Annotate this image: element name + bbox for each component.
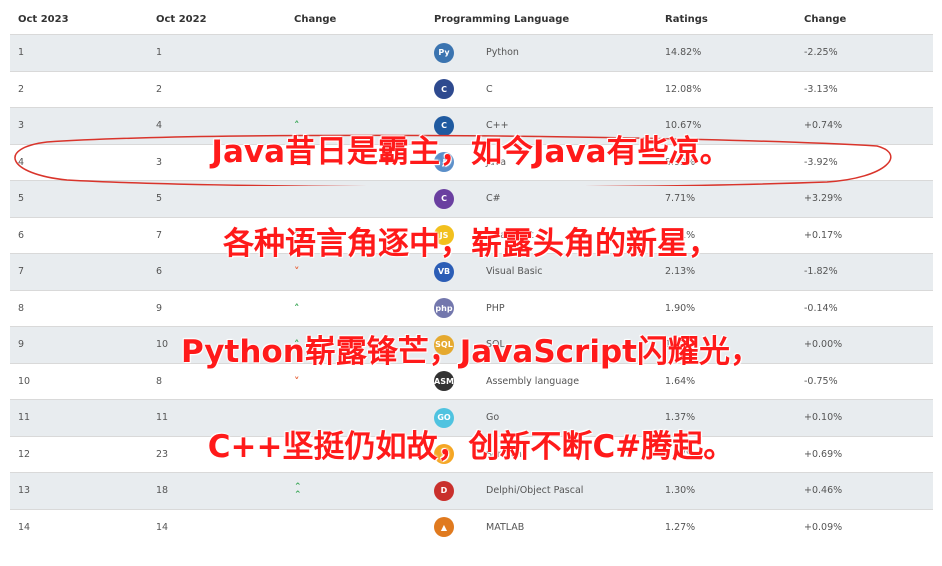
rank-oct-2022: 5 (156, 193, 163, 205)
language-name: PHP (486, 302, 505, 314)
language-icon-cell: D (434, 473, 454, 509)
rank-oct-2023: 14 (18, 521, 31, 533)
table-body: 1 1 Py Python 14.82% -2.25% 2 2 C C 12.08% -3.13% 3 4… (10, 34, 933, 545)
table-row[interactable]: 14 14 ▲ MATLAB 1.27% +0.09% (10, 508, 933, 546)
arrow-down-icon: ˅ (294, 374, 300, 388)
c-icon: C (434, 79, 454, 100)
visual-basic-icon: VB (434, 261, 454, 282)
rating-change: +3.29% (804, 193, 843, 205)
rank-oct-2022: 18 (156, 485, 169, 497)
rating-value: 7.71% (665, 193, 696, 205)
language-icon-cell: Py (434, 35, 454, 71)
language-name: C# (486, 193, 501, 205)
delphi-icon: D (434, 480, 454, 501)
language-icon-cell: ▲ (434, 510, 454, 546)
assembly-icon: ASM (434, 371, 454, 392)
rating-value: 14.82% (665, 47, 702, 59)
language-icon-cell: C (434, 181, 454, 217)
language-icon-cell: php (434, 291, 454, 327)
language-name: C (486, 83, 493, 95)
table-row[interactable]: 1 1 Py Python 14.82% -2.25% (10, 34, 933, 71)
rating-change: -2.25% (804, 47, 838, 59)
language-name: MATLAB (486, 521, 525, 533)
table-row[interactable]: 2 2 C C 12.08% -3.13% (10, 70, 933, 108)
rating-change: +0.09% (804, 521, 843, 533)
rating-value: 1.30% (665, 485, 696, 497)
header-oct-2022: Oct 2022 (156, 14, 207, 25)
table-row[interactable]: 13 18 ⌃ ⌃ D Delphi/Object Pascal 1.30% +0.46% (10, 472, 933, 509)
arrow-up-icon: ˄ (294, 301, 300, 315)
language-icon-cell: C (434, 72, 454, 108)
language-name: Delphi/Object Pascal (486, 485, 584, 497)
php-icon: php (434, 298, 454, 319)
rank-oct-2023: 8 (18, 302, 25, 314)
header-programming-language: Programming Language (434, 14, 570, 25)
rating-change: +0.46% (804, 485, 843, 497)
header-oct-2023: Oct 2023 (18, 14, 69, 25)
rank-oct-2022: 9 (156, 302, 163, 314)
header-change: Change (294, 14, 337, 25)
csharp-icon: C (434, 188, 454, 209)
table-row[interactable]: 8 9 ˄ php PHP 1.90% -0.14% (10, 289, 933, 327)
rating-value: 1.27% (665, 521, 696, 533)
overlay-line-4: C++坚挺仍如故，创新不断C#腾起。 (207, 429, 735, 465)
arrow-down-icon: ˅ (294, 265, 300, 279)
header-change-percent: Change (804, 14, 847, 25)
rank-oct-2022: 1 (156, 47, 163, 59)
overlay-line-3: Python崭露锋芒，JavaScript闪耀光， (181, 334, 761, 370)
arrow-up-icon: ⌃ ⌃ (294, 481, 302, 500)
rank-oct-2023: 1 (18, 47, 25, 59)
rating-value: 12.08% (665, 83, 702, 95)
rank-oct-2022: 2 (156, 83, 163, 95)
header-ratings: Ratings (665, 14, 708, 25)
matlab-icon: ▲ (434, 517, 454, 538)
overlay-line-1: Java昔日是霸主，如今Java有些凉。 (211, 134, 731, 170)
rank-oct-2022: 14 (156, 521, 169, 533)
overlay-line-2: 各种语言角逐中，崭露头角的新星， (223, 226, 719, 262)
rating-change: -0.14% (804, 302, 838, 314)
rank-oct-2023: 2 (18, 83, 25, 95)
rating-change: -3.13% (804, 83, 838, 95)
rating-value: 1.90% (665, 302, 696, 314)
language-name: Python (486, 47, 519, 59)
change-arrow-icon: ˄ (294, 291, 300, 327)
table-header: Oct 2023 Oct 2022 Change Programming Lan… (10, 6, 933, 34)
python-icon: Py (434, 42, 454, 63)
rank-oct-2023: 13 (18, 485, 31, 497)
change-arrow-icon: ⌃ ⌃ (294, 473, 302, 509)
rank-oct-2023: 5 (18, 193, 25, 205)
